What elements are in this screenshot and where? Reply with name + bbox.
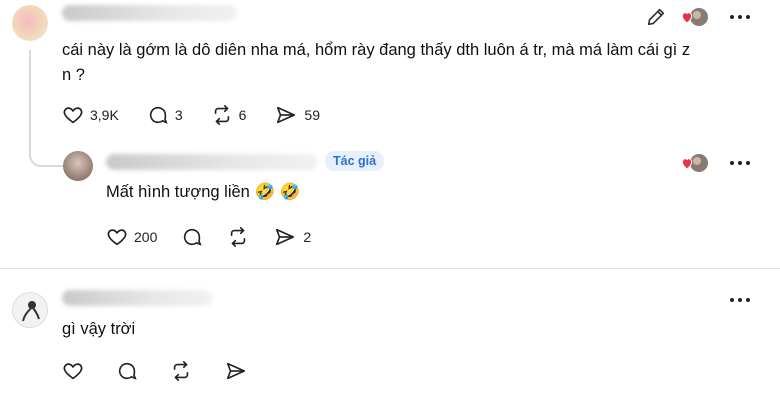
more-icon[interactable] [729,9,751,25]
share-icon [273,226,297,248]
action-bar: 3,9K 3 6 59 [62,104,320,126]
author-badge: Tác giả [325,151,385,171]
avatar[interactable] [12,292,48,328]
repost-icon [227,226,249,248]
more-icon[interactable] [729,155,751,171]
reply-button[interactable] [181,226,203,248]
share-button[interactable]: 2 [273,226,311,248]
share-count: 2 [303,229,312,245]
edit-icon[interactable] [645,6,667,33]
comment-icon [147,104,169,126]
divider [0,268,780,269]
username-blurred[interactable] [62,5,237,21]
share-button[interactable]: 59 [274,104,320,126]
reply-button[interactable] [116,360,138,382]
avatar[interactable] [63,151,93,181]
username-blurred[interactable] [106,154,318,170]
comment-text: gì vậy trời [62,320,136,338]
action-bar: 200 2 [106,226,311,248]
like-count: 3,9K [90,107,119,123]
like-count: 200 [134,229,158,245]
comment-icon [116,360,138,382]
repost-icon [211,104,233,126]
like-button[interactable]: 3,9K [62,104,119,126]
comment-text: cái này là gớm là dô diên nha má, hổm rà… [62,41,691,84]
comment-icon [181,226,203,248]
heart-icon [62,104,84,126]
share-icon [224,360,248,382]
repost-button[interactable] [227,226,249,248]
reply-count: 3 [174,107,183,123]
heart-avatar-icon[interactable] [680,152,710,179]
thread-line [29,50,63,167]
share-count: 59 [304,107,320,123]
share-button[interactable] [224,360,248,382]
reply-button[interactable]: 3 [147,104,183,126]
repost-icon [170,360,192,382]
reply-text: Mất hình tượng liền 🤣 🤣 [106,183,301,201]
heart-avatar-icon[interactable] [680,6,710,33]
more-icon[interactable] [729,292,751,308]
heart-icon [106,226,128,248]
repost-button[interactable]: 6 [211,104,247,126]
like-button[interactable]: 200 [106,226,157,248]
repost-count: 6 [238,107,247,123]
share-icon [274,104,298,126]
username-blurred[interactable] [62,290,212,306]
repost-button[interactable] [170,360,192,382]
action-bar [62,360,248,382]
heart-icon [62,360,84,382]
avatar[interactable] [12,5,48,41]
like-button[interactable] [62,360,84,382]
